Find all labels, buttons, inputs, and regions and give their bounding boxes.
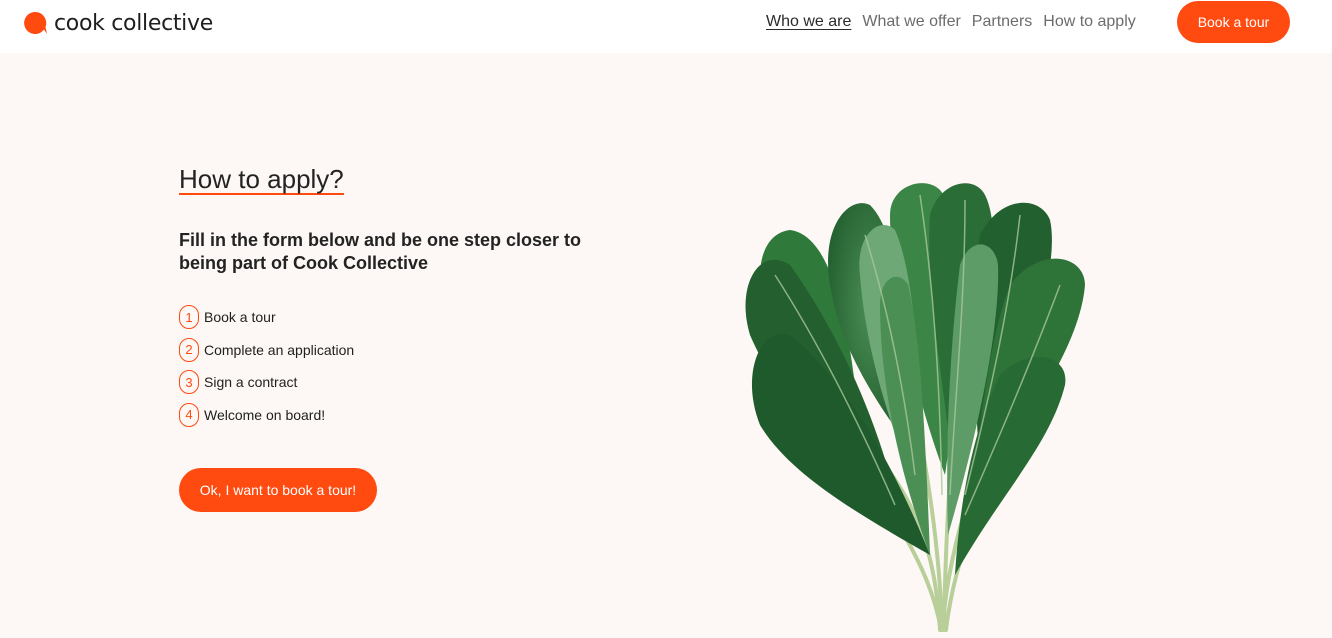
nav-partners[interactable]: Partners	[972, 13, 1032, 31]
step-label: Book a tour	[204, 309, 276, 326]
main-nav: Who we are What we offer Partners How to…	[766, 13, 1136, 31]
site-header: cook collective Who we are What we offer…	[0, 0, 1332, 53]
kale-image	[745, 183, 1085, 632]
book-tour-button[interactable]: Book a tour	[1177, 1, 1290, 43]
step-label: Welcome on board!	[204, 406, 326, 423]
step-label: Complete an application	[204, 341, 355, 358]
apply-section: How to apply? Fill in the form below and…	[179, 165, 619, 431]
step-label: Sign a contract	[204, 374, 298, 391]
steps-list: 1 Book a tour 2 Complete an application …	[179, 301, 619, 431]
logo-text: cook collective	[54, 10, 213, 36]
nav-how-to-apply[interactable]: How to apply	[1043, 13, 1136, 31]
nav-who-we-are[interactable]: Who we are	[766, 13, 851, 31]
book-tour-cta-button[interactable]: Ok, I want to book a tour!	[179, 468, 377, 512]
step-number-badge: 2	[179, 337, 199, 362]
speech-bubble-icon	[24, 11, 47, 34]
subheading: Fill in the form below and be one step c…	[179, 230, 582, 273]
logo[interactable]: cook collective	[22, 9, 213, 37]
step-item: 1 Book a tour	[179, 301, 619, 334]
page-title: How to apply?	[179, 164, 344, 195]
step-item: 2 Complete an application	[179, 334, 619, 367]
step-number-badge: 1	[179, 305, 199, 330]
step-item: 4 Welcome on board!	[179, 399, 619, 432]
step-number-badge: 3	[179, 370, 199, 395]
nav-what-we-offer[interactable]: What we offer	[862, 13, 960, 31]
step-item: 3 Sign a contract	[179, 366, 619, 399]
step-number-badge: 4	[179, 402, 199, 427]
